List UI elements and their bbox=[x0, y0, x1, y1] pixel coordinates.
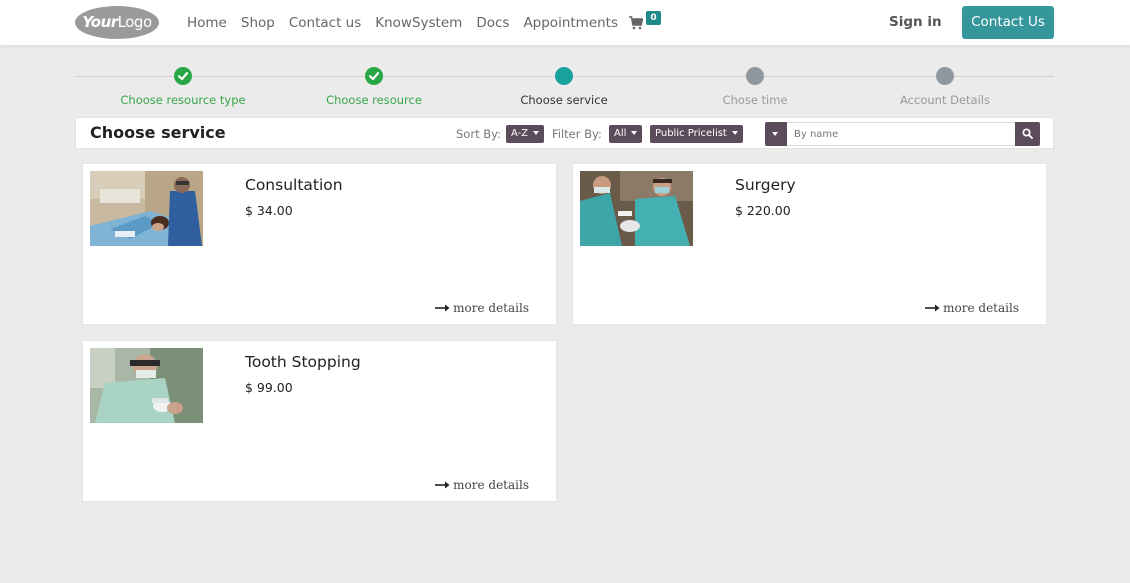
check-icon bbox=[368, 72, 380, 81]
tooth-stopping-photo bbox=[90, 348, 203, 423]
caret-down-icon bbox=[631, 131, 638, 135]
logo[interactable]: YourLogo bbox=[75, 6, 159, 39]
navbar: YourLogo Home Shop Contact us KnowSystem… bbox=[0, 0, 1130, 46]
nav-links: Home Shop Contact us KnowSystem Docs App… bbox=[187, 0, 632, 46]
filter-dropdown[interactable]: All bbox=[609, 125, 643, 143]
step-label: Choose resource bbox=[326, 93, 422, 107]
service-card-surgery[interactable]: Surgery $ 220.00 more details bbox=[572, 163, 1047, 325]
step-done-dot bbox=[365, 67, 383, 85]
step-active-dot bbox=[555, 67, 573, 85]
cart-count-badge: 0 bbox=[646, 11, 661, 25]
more-details-label: more details bbox=[453, 478, 529, 492]
logo-text: YourLogo bbox=[82, 13, 152, 31]
service-price: $ 99.00 bbox=[245, 380, 293, 395]
sort-value: A-Z bbox=[511, 128, 529, 139]
step-pending-dot bbox=[746, 67, 764, 85]
filter-value: All bbox=[614, 128, 627, 139]
nav-link-home[interactable]: Home bbox=[187, 15, 227, 31]
caret-down-icon bbox=[731, 131, 738, 135]
step-chose-time: Chose time bbox=[660, 67, 850, 107]
shopping-cart-icon bbox=[629, 16, 643, 30]
step-label: Choose resource type bbox=[120, 93, 246, 107]
more-details-link[interactable]: more details bbox=[925, 301, 1019, 315]
search-icon bbox=[1022, 128, 1033, 139]
nav-link-knowsystem[interactable]: KnowSystem bbox=[375, 15, 462, 31]
filter-by-label: Filter By: bbox=[552, 127, 602, 141]
sign-in-link[interactable]: Sign in bbox=[889, 14, 942, 30]
step-label: Choose service bbox=[520, 93, 608, 107]
search-button[interactable] bbox=[1015, 122, 1040, 146]
service-price: $ 220.00 bbox=[735, 203, 791, 218]
service-image-tooth-stopping bbox=[90, 348, 203, 423]
nav-link-shop[interactable]: Shop bbox=[241, 15, 275, 31]
page-title: Choose service bbox=[90, 123, 226, 142]
service-image-consultation bbox=[90, 171, 203, 246]
more-details-label: more details bbox=[453, 301, 529, 315]
service-card-consultation[interactable]: Consultation $ 34.00 more details bbox=[82, 163, 557, 325]
nav-link-appointments[interactable]: Appointments bbox=[523, 15, 618, 31]
arrow-right-icon bbox=[435, 481, 450, 488]
more-details-label: more details bbox=[943, 301, 1019, 315]
more-details-link[interactable]: more details bbox=[435, 301, 529, 315]
check-icon bbox=[177, 72, 189, 81]
step-label: Account Details bbox=[900, 93, 990, 107]
arrow-right-icon bbox=[925, 304, 940, 311]
more-details-link[interactable]: more details bbox=[435, 478, 529, 492]
pricelist-value: Public Pricelist bbox=[655, 128, 727, 139]
nav-link-contact-us[interactable]: Contact us bbox=[289, 15, 361, 31]
contact-us-button[interactable]: Contact Us bbox=[962, 6, 1054, 39]
step-pending-dot bbox=[936, 67, 954, 85]
service-toolbar: Choose service Sort By: A-Z Filter By: A… bbox=[75, 117, 1054, 149]
caret-down-icon bbox=[772, 132, 778, 136]
step-label: Chose time bbox=[722, 93, 788, 107]
service-image-surgery bbox=[580, 171, 693, 246]
step-account-details: Account Details bbox=[850, 67, 1040, 107]
dental-surgery-photo bbox=[580, 171, 693, 246]
service-name: Consultation bbox=[245, 176, 343, 194]
search-options-dropdown[interactable] bbox=[765, 122, 787, 146]
cart-button[interactable]: 0 bbox=[629, 11, 663, 34]
search-input[interactable] bbox=[787, 122, 1015, 146]
sort-by-label: Sort By: bbox=[456, 127, 501, 141]
nav-link-docs[interactable]: Docs bbox=[476, 15, 509, 31]
pricelist-dropdown[interactable]: Public Pricelist bbox=[650, 125, 743, 143]
arrow-right-icon bbox=[435, 304, 450, 311]
service-name: Tooth Stopping bbox=[245, 353, 361, 371]
service-name: Surgery bbox=[735, 176, 796, 194]
service-price: $ 34.00 bbox=[245, 203, 293, 218]
sort-dropdown[interactable]: A-Z bbox=[506, 125, 545, 143]
service-card-tooth-stopping[interactable]: Tooth Stopping $ 99.00 more details bbox=[82, 340, 557, 502]
step-choose-resource[interactable]: Choose resource bbox=[279, 67, 469, 107]
caret-down-icon bbox=[533, 131, 540, 135]
step-choose-resource-type[interactable]: Choose resource type bbox=[88, 67, 278, 107]
dental-consultation-photo bbox=[90, 171, 203, 246]
step-choose-service: Choose service bbox=[469, 67, 659, 107]
step-done-dot bbox=[174, 67, 192, 85]
